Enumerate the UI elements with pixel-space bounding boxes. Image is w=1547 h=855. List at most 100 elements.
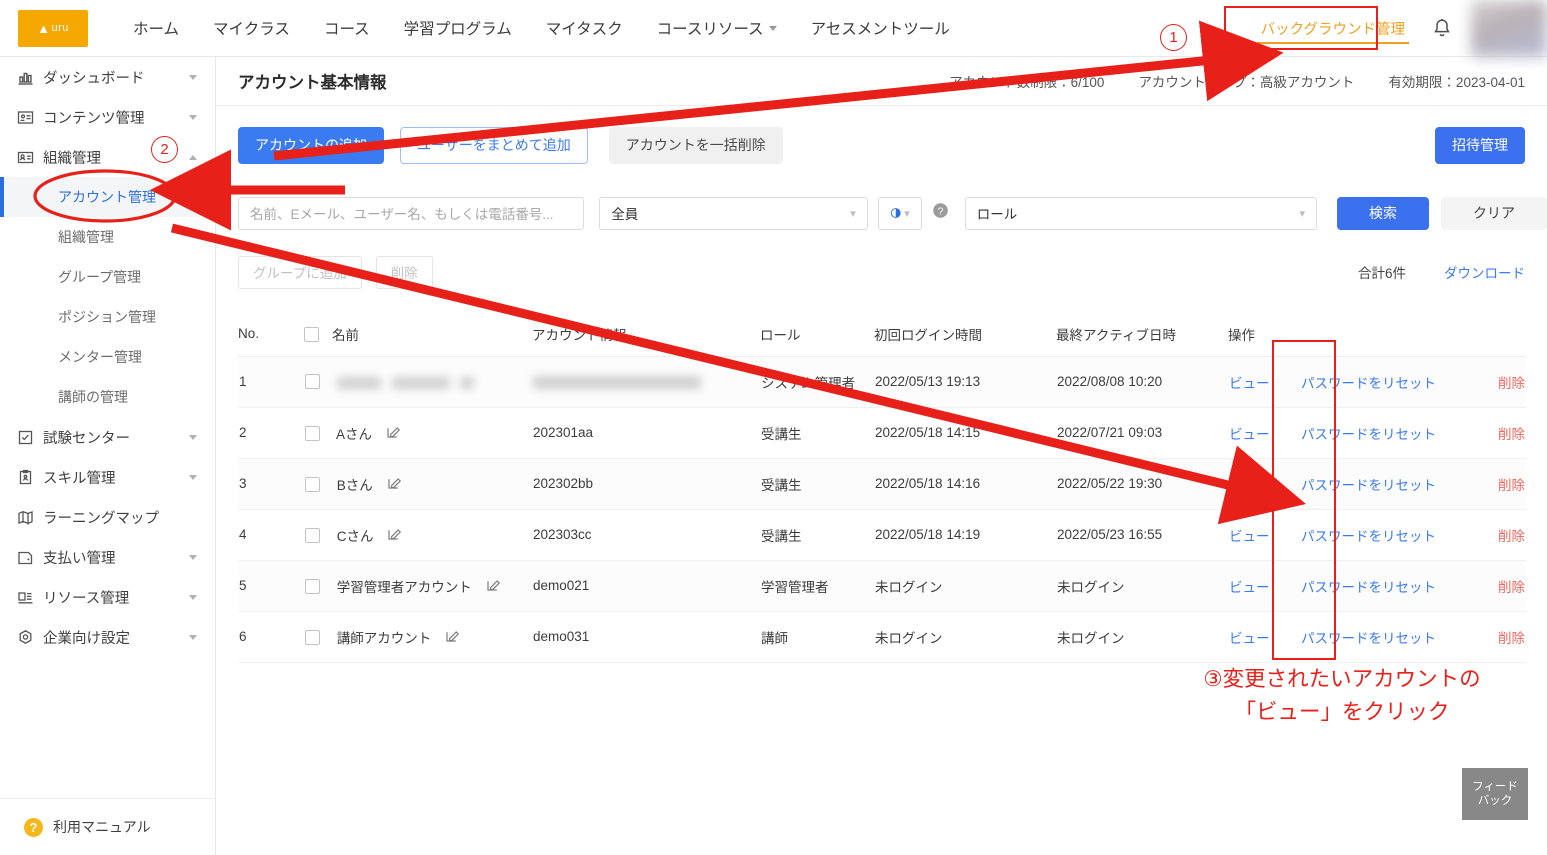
redacted-account	[533, 376, 701, 389]
chevron-down-icon	[189, 555, 197, 560]
chevron-down-icon: ▾	[1299, 207, 1305, 220]
role-select[interactable]: ロール ▾	[965, 197, 1317, 230]
background-admin-link[interactable]: バックグラウンド管理	[1247, 9, 1419, 48]
content-card-icon	[17, 109, 43, 126]
annotation-step-3-line-1: ③変更されたいアカウントの	[1152, 663, 1532, 696]
sidebar-item-group-management[interactable]: グループ管理	[0, 257, 215, 297]
sidebar-subitem-label: メンター管理	[58, 347, 142, 367]
question-mark-icon: ?	[24, 818, 43, 837]
sidebar-item-organization-management[interactable]: 組織管理	[0, 137, 215, 177]
account-type-text: アカウントタイプ：高級アカウント	[1138, 71, 1354, 91]
annotation-step-3-line-2: 「ビュー」をクリック	[1152, 696, 1532, 729]
delete-link[interactable]: 削除	[1460, 356, 1526, 407]
sidebar-item-skill-management[interactable]: スキル管理	[0, 457, 215, 497]
logo-mark: ▲	[37, 21, 50, 36]
edit-pencil-icon[interactable]	[486, 577, 501, 592]
edit-pencil-icon[interactable]	[387, 475, 402, 490]
bulk-delete-accounts-button[interactable]: アカウントを一括削除	[609, 127, 783, 164]
delete-link[interactable]: 削除	[1460, 407, 1526, 458]
sidebar-subitem-label: グループ管理	[58, 267, 141, 287]
row-checkbox[interactable]	[305, 477, 320, 492]
cell-role: 受講生	[760, 407, 874, 458]
row-checkbox[interactable]	[305, 579, 320, 594]
annotation-step-1: 1	[1160, 24, 1187, 51]
cell-name-text: Cさん	[337, 529, 374, 544]
annotation-step-2-ring: 2	[151, 136, 178, 163]
help-circle-icon[interactable]: ?	[932, 202, 949, 224]
sidebar-item-position-management[interactable]: ポジション管理	[0, 297, 215, 337]
column-header-account-info: アカウント情報	[532, 312, 760, 356]
sidebar-item-resource-management[interactable]: リソース管理	[0, 577, 215, 617]
cell-no: 4	[238, 509, 304, 560]
sidebar-item-account-management[interactable]: アカウント管理	[0, 177, 215, 217]
chevron-down-icon	[769, 26, 777, 31]
delete-link[interactable]: 削除	[1460, 560, 1526, 611]
nav-item-myclass[interactable]: マイクラス	[196, 17, 307, 39]
nav-item-course-resource[interactable]: コースリソース	[640, 17, 794, 39]
sidebar-item-enterprise-settings[interactable]: 企業向け設定	[0, 617, 215, 657]
row-checkbox[interactable]	[305, 528, 320, 543]
column-header-role: ロール	[760, 312, 874, 356]
invite-management-button[interactable]: 招待管理	[1435, 127, 1525, 164]
expiry-date-text: 有効期限：2023-04-01	[1388, 71, 1525, 91]
column-header-no: No.	[238, 312, 304, 356]
clear-button[interactable]: クリア	[1441, 197, 1547, 230]
delete-selected-button[interactable]: 削除	[376, 256, 433, 289]
edit-pencil-icon[interactable]	[445, 628, 460, 643]
sidebar-item-exam-center[interactable]: 試験センター	[0, 417, 215, 457]
nav-label: コースリソース	[657, 17, 764, 39]
nav-label: 学習プログラム	[404, 17, 512, 39]
delete-link[interactable]: 削除	[1460, 611, 1526, 662]
cell-account-info: 202301aa	[532, 407, 760, 458]
nav-item-home[interactable]: ホーム	[116, 17, 196, 39]
nav-item-course[interactable]: コース	[307, 17, 387, 39]
nav-item-learning-program[interactable]: 学習プログラム	[387, 17, 529, 39]
avatar[interactable]	[1471, 0, 1547, 57]
add-to-group-button[interactable]: グループに追加	[238, 256, 362, 289]
chevron-down-icon	[189, 595, 197, 600]
scope-select[interactable]: 全員 ▾	[599, 197, 867, 230]
sidebar-item-org-management[interactable]: 組織管理	[0, 217, 215, 257]
app-logo[interactable]: ▲ uru	[18, 10, 88, 47]
layout-list-icon	[17, 589, 43, 606]
cell-no: 6	[238, 611, 304, 662]
row-checkbox[interactable]	[305, 426, 320, 441]
bell-icon[interactable]	[1419, 18, 1465, 39]
feedback-line-2: バック	[1472, 794, 1518, 808]
add-account-button[interactable]: アカウントの追加	[238, 127, 384, 164]
top-navigation-bar: ▲ uru ホーム マイクラス コース 学習プログラム マイタスク コースリソー…	[0, 0, 1547, 57]
row-checkbox[interactable]	[305, 630, 320, 645]
search-button[interactable]: 検索	[1337, 197, 1429, 230]
download-link[interactable]: ダウンロード	[1444, 262, 1525, 282]
row-checkbox[interactable]	[305, 374, 320, 389]
table-subtoolbar: グループに追加 削除 合計6件 ダウンロード	[216, 242, 1547, 302]
nav-label: アセスメントツール	[811, 17, 950, 39]
bar-chart-icon	[17, 69, 43, 86]
sidebar-item-payment-management[interactable]: 支払い管理	[0, 537, 215, 577]
nav-label: マイタスク	[546, 17, 623, 39]
edit-pencil-icon[interactable]	[386, 424, 401, 439]
sidebar: ダッシュボード コンテンツ管理 組織管理 アカウント管理 組織管理 グループ管理…	[0, 57, 216, 855]
cell-name: 講師アカウント	[304, 611, 532, 662]
sidebar-item-content-management[interactable]: コンテンツ管理	[0, 97, 215, 137]
delete-link[interactable]: 削除	[1460, 509, 1526, 560]
cell-no: 5	[238, 560, 304, 611]
sidebar-item-dashboard[interactable]: ダッシュボード	[0, 57, 215, 97]
nav-item-mytask[interactable]: マイタスク	[529, 17, 640, 39]
nav-item-assessment-tool[interactable]: アセスメントツール	[794, 17, 967, 39]
edit-pencil-icon[interactable]	[387, 526, 402, 541]
checklist-icon	[17, 429, 43, 446]
select-all-checkbox[interactable]	[304, 327, 319, 342]
feedback-button[interactable]: フィード バック	[1462, 768, 1528, 820]
filter-toolbar: 名前、Eメール、ユーザー名、もしくは電話番号... 全員 ▾ ▾ ? ロール ▾…	[216, 184, 1547, 242]
sidebar-item-instructor-management[interactable]: 講師の管理	[0, 377, 215, 417]
cell-no: 1	[238, 356, 304, 407]
user-manual-link[interactable]: ? 利用マニュアル	[0, 798, 215, 855]
sidebar-item-mentor-management[interactable]: メンター管理	[0, 337, 215, 377]
search-input[interactable]: 名前、Eメール、ユーザー名、もしくは電話番号...	[238, 197, 584, 230]
delete-link[interactable]: 削除	[1460, 458, 1526, 509]
bulk-add-users-button[interactable]: ユーザーをまとめて追加	[400, 127, 588, 164]
contrast-toggle-icon[interactable]: ▾	[878, 197, 922, 230]
chevron-down-icon	[189, 475, 197, 480]
sidebar-item-learning-map[interactable]: ラーニングマップ	[0, 497, 215, 537]
